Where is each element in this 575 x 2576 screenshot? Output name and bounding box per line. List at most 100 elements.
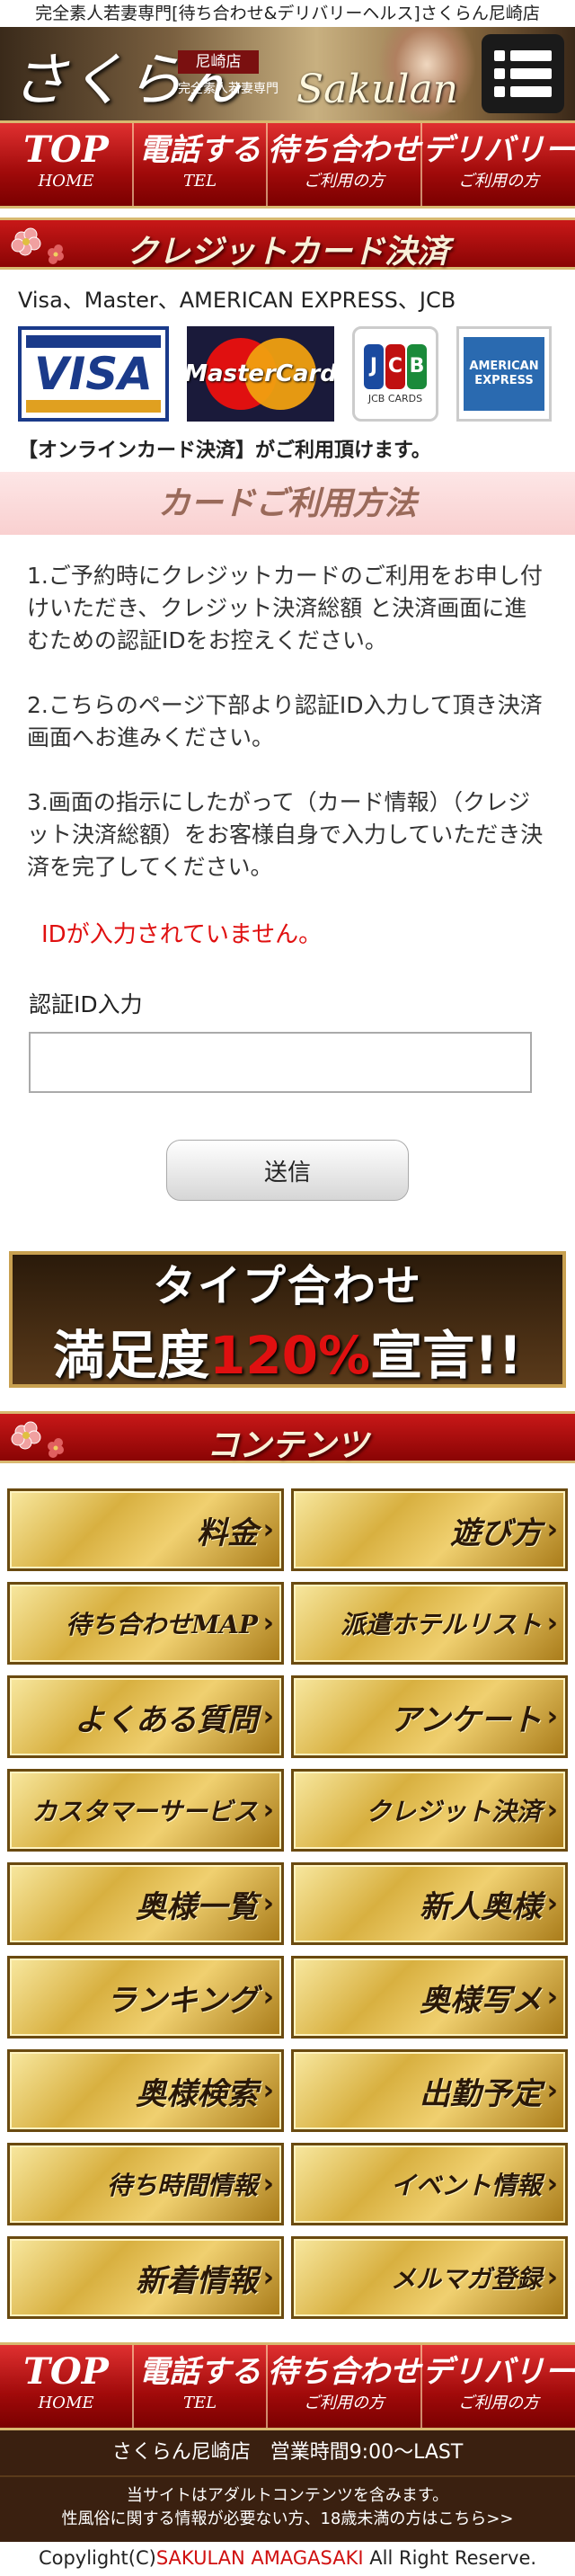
chevron-right-icon: › [262, 2074, 274, 2107]
banner-subtitle: 完全素人若妻専門 [178, 82, 279, 96]
chevron-right-icon: › [262, 2168, 274, 2200]
contents-title: コンテンツ [206, 1426, 368, 1464]
content-label: 奥様一覧 [136, 1888, 258, 1925]
footer-nav-top-sub: HOME [38, 2394, 94, 2412]
footer-nav-meetup[interactable]: 待ち合わせ ご利用の方 [268, 2345, 422, 2428]
error-message: IDが入力されていません。 [41, 921, 323, 948]
chevron-right-icon: › [546, 2168, 558, 2200]
nav-tel-sub: TEL [182, 172, 217, 191]
content-button-faq[interactable]: よくある質問 › [7, 1675, 284, 1758]
promo-percentage: 120% [208, 1325, 371, 1386]
promo-line-1: タイプ合わせ [152, 1261, 422, 1311]
content-label: 派遣ホテルリスト [340, 1610, 542, 1639]
chevron-right-icon: › [262, 1701, 274, 1733]
online-payment-note: 【オンラインカード決済】がご利用頂けます。 [18, 440, 431, 462]
footer-nav-tel-sub: TEL [182, 2394, 217, 2412]
footer-nav-delivery-sub: ご利用の方 [458, 2394, 539, 2412]
nav-meetup[interactable]: 待ち合わせ ご利用の方 [268, 123, 422, 206]
content-label: よくある質問 [75, 1701, 258, 1738]
content-label: 待ち時間情報 [106, 2171, 258, 2200]
content-button-price[interactable]: 料金 › [7, 1488, 284, 1571]
promo-banner[interactable]: タイプ合わせ 満足度120%宣言!! [9, 1251, 566, 1388]
content-label: 奥様写メ [420, 1982, 542, 2019]
jcb-logo-caption: JCB CARDS [367, 392, 423, 404]
global-nav: TOP HOME 電話する TEL 待ち合わせ ご利用の方 デリバリー ご利用の… [0, 120, 575, 209]
content-button-cast-list[interactable]: 奥様一覧 › [7, 1862, 284, 1945]
contents-grid: 料金 › 遊び方 › 待ち合わせMAP › 派遣ホテルリスト › よくある質問 › アンケ… [7, 1488, 568, 2319]
content-label: カスタマーサービス [31, 1797, 258, 1826]
chevron-right-icon: › [546, 2074, 558, 2107]
content-button-customer-service[interactable]: カスタマーサービス › [7, 1769, 284, 1852]
chevron-right-icon: › [262, 1888, 274, 1920]
usage-steps: 1.ご予約時にクレジットカードのご利用をお申し付けいただき、クレジット決済総額 … [27, 560, 548, 884]
content-label: 遊び方 [450, 1515, 542, 1551]
promo-line-2-post: 宣言!! [370, 1325, 523, 1386]
chevron-right-icon: › [546, 2261, 558, 2294]
content-button-hotel-list[interactable]: 派遣ホテルリスト › [291, 1582, 568, 1665]
nav-delivery-label: デリバリー [422, 132, 575, 168]
copyright-brand: SAKULAN AMAGASAKI [155, 2547, 364, 2569]
menu-button[interactable] [482, 34, 564, 113]
usage-heading: カードご利用方法 [0, 472, 575, 535]
mastercard-logo-text: MasterCard [187, 360, 334, 387]
content-button-events[interactable]: イベント情報 › [291, 2143, 568, 2225]
nav-top[interactable]: TOP HOME [0, 123, 134, 206]
nav-top-label: TOP [23, 129, 109, 171]
nav-tel[interactable]: 電話する TEL [134, 123, 268, 206]
content-button-ranking[interactable]: ランキング › [7, 1956, 284, 2039]
content-button-meetup-map[interactable]: 待ち合わせMAP › [7, 1582, 284, 1665]
exit-link[interactable]: 性風俗に関する情報が必要ない方、18歳未満の方はこちら>> [61, 2509, 513, 2528]
header-banner[interactable]: さくらん 尼崎店 完全素人若妻専門 Sakulan [0, 27, 575, 120]
content-button-news[interactable]: 新着情報 › [7, 2236, 284, 2319]
content-label: 料金 [197, 1515, 258, 1551]
footer-nav-meetup-sub: ご利用の方 [304, 2394, 385, 2412]
content-label: クレジット決済 [365, 1797, 542, 1826]
step-3: 3.画面の指示にしたがって（カード情報）（クレジット決済総額）をお客様自身で入力… [27, 789, 544, 880]
content-label: メルマガ登録 [390, 2264, 542, 2294]
content-button-cast-search[interactable]: 奥様検索 › [7, 2049, 284, 2132]
business-hours: さくらん尼崎店 営業時間9:00～LAST [0, 2430, 575, 2475]
content-label: 奥様検索 [136, 2075, 258, 2112]
footer-nav-delivery-label: デリバリー [422, 2354, 575, 2390]
content-button-new-cast[interactable]: 新人奥様 › [291, 1862, 568, 1945]
contents-section-heading: コンテンツ [0, 1411, 575, 1464]
content-label: イベント情報 [390, 2171, 542, 2200]
nav-delivery[interactable]: デリバリー ご利用の方 [422, 123, 575, 206]
visa-logo: VISA [18, 326, 169, 422]
content-button-newsletter[interactable]: メルマガ登録 › [291, 2236, 568, 2319]
submit-button[interactable]: 送信 [166, 1140, 409, 1201]
auth-id-label: 認証ID入力 [29, 991, 143, 1017]
mastercard-logo: MasterCard [187, 326, 334, 422]
jcb-letter-c: C [385, 343, 405, 389]
nav-meetup-label: 待ち合わせ [268, 132, 420, 168]
chevron-right-icon: › [546, 1701, 558, 1733]
card-logos: VISA MasterCard J C B JCB CARDS AMERICAN… [18, 326, 557, 422]
content-button-credit[interactable]: クレジット決済 › [291, 1769, 568, 1852]
copyright: Copylight(C)SAKULAN AMAGASAKI All Right … [0, 2542, 575, 2574]
amex-logo-text: AMERICAN EXPRESS [464, 337, 544, 411]
footer-nav-top[interactable]: TOP HOME [0, 2345, 134, 2428]
nav-top-sub: HOME [38, 172, 94, 191]
copyright-post: All Right Reserve. [363, 2547, 537, 2569]
content-label: アンケート [390, 1701, 542, 1738]
footer-nav-delivery[interactable]: デリバリー ご利用の方 [422, 2345, 575, 2428]
auth-id-input[interactable] [29, 1032, 532, 1093]
content-button-survey[interactable]: アンケート › [291, 1675, 568, 1758]
footer-nav-tel-label: 電話する [138, 2354, 261, 2390]
content-button-wait-time[interactable]: 待ち時間情報 › [7, 2143, 284, 2225]
step-2: 2.こちらのページ下部より認証ID入力して頂き決済画面へお進みください。 [27, 692, 543, 751]
content-button-photo-blog[interactable]: 奥様写メ › [291, 1956, 568, 2039]
site-tagline: 完全素人若妻専門[待ち合わせ&デリバリーヘルス]さくらん尼崎店 [0, 0, 575, 27]
content-button-schedule[interactable]: 出勤予定 › [291, 2049, 568, 2132]
chevron-right-icon: › [546, 1981, 558, 2013]
jcb-logo: J C B JCB CARDS [352, 326, 438, 422]
footer-nav-tel[interactable]: 電話する TEL [134, 2345, 268, 2428]
chevron-right-icon: › [546, 1794, 558, 1826]
content-label: 新着情報 [136, 2262, 258, 2299]
nav-delivery-sub: ご利用の方 [458, 172, 539, 191]
nav-tel-label: 電話する [138, 132, 261, 168]
chevron-right-icon: › [262, 1794, 274, 1826]
chevron-right-icon: › [262, 1514, 274, 1546]
content-button-howto[interactable]: 遊び方 › [291, 1488, 568, 1571]
chevron-right-icon: › [262, 1981, 274, 2013]
